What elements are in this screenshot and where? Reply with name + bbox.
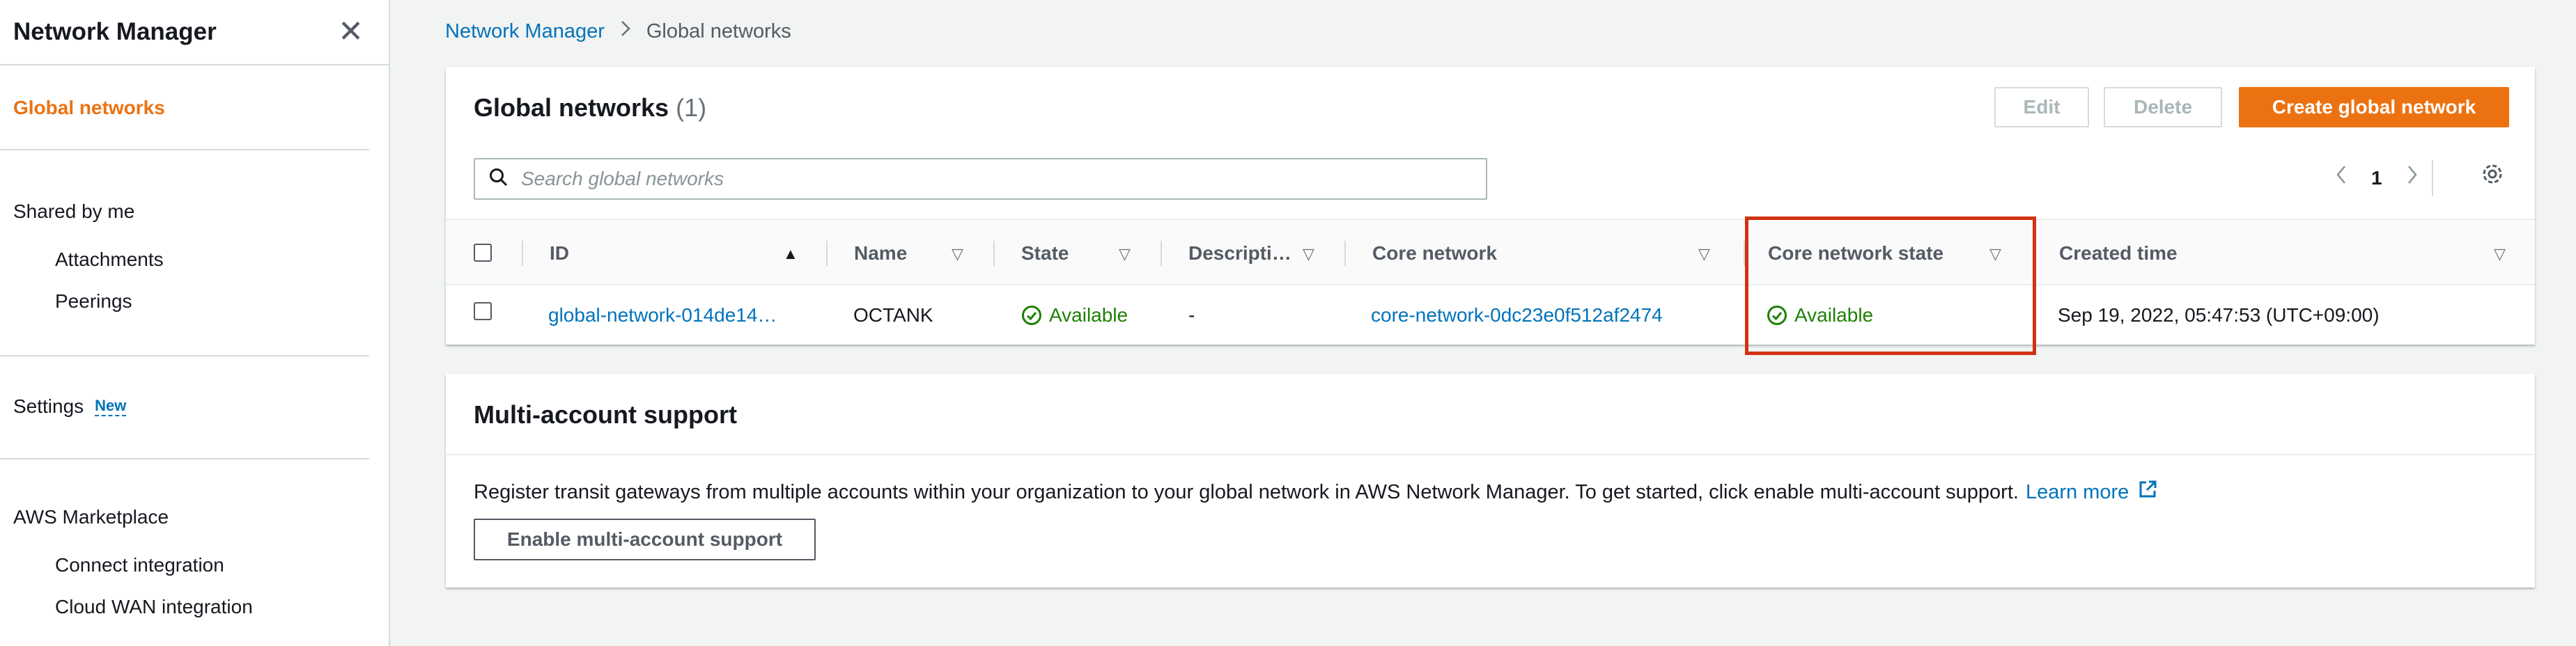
panel-title: Global networks (1) xyxy=(474,93,706,123)
column-divider xyxy=(1161,241,1162,266)
search-input[interactable] xyxy=(521,168,1461,190)
global-network-id-link[interactable]: global-network-014de14… xyxy=(548,304,777,326)
column-divider xyxy=(1344,241,1346,266)
column-header-state-label: State xyxy=(1021,242,1069,264)
column-divider xyxy=(522,241,523,266)
search-icon xyxy=(489,168,509,191)
column-header-created-time[interactable]: Created time xyxy=(2059,220,2178,287)
description-cell: - xyxy=(1188,304,1195,326)
new-badge: New xyxy=(95,397,127,416)
state-text: Available xyxy=(1049,304,1128,326)
column-header-core-network[interactable]: Core network xyxy=(1372,220,1497,287)
status-badge: Available xyxy=(1021,304,1128,326)
multi-account-panel: Multi-account support Register transit g… xyxy=(446,374,2535,588)
created-time-cell: Sep 19, 2022, 05:47:53 (UTC+09:00) xyxy=(2058,304,2380,326)
enable-multi-account-support-button[interactable]: Enable multi-account support xyxy=(474,519,816,560)
learn-more-link[interactable]: Learn more xyxy=(2026,481,2129,504)
sidebar-divider xyxy=(0,458,369,459)
sidebar-item-cloud-wan-integration[interactable]: Cloud WAN integration xyxy=(55,596,253,618)
delete-button[interactable]: Delete xyxy=(2104,87,2222,127)
sort-icon[interactable]: ▽ xyxy=(2494,245,2506,263)
sidebar-item-aws-marketplace[interactable]: AWS Marketplace xyxy=(13,506,169,528)
breadcrumb-current: Global networks xyxy=(646,19,791,42)
table-row[interactable]: global-network-014de14… OCTANK Available… xyxy=(446,285,2535,345)
column-header-state[interactable]: State xyxy=(1021,220,1069,287)
gear-icon[interactable] xyxy=(2480,162,2505,190)
edit-button[interactable]: Edit xyxy=(1994,87,2089,127)
sort-icon[interactable]: ▽ xyxy=(952,245,963,263)
column-header-id[interactable]: ID xyxy=(550,220,569,287)
sort-icon[interactable]: ▽ xyxy=(1119,245,1131,263)
chevron-left-icon[interactable] xyxy=(2335,164,2348,191)
sort-icon[interactable]: ▽ xyxy=(1303,245,1314,263)
highlight-box xyxy=(1745,216,2036,355)
create-global-network-button[interactable]: Create global network xyxy=(2239,87,2509,127)
item-count: (1) xyxy=(676,93,707,122)
chevron-right-icon[interactable] xyxy=(2406,164,2419,191)
column-divider xyxy=(826,241,828,266)
sidebar-item-attachments[interactable]: Attachments xyxy=(55,249,164,271)
chevron-right-icon xyxy=(620,19,631,43)
select-all-checkbox[interactable] xyxy=(474,244,492,262)
column-header-created-time-label: Created time xyxy=(2059,242,2178,264)
external-link-icon[interactable] xyxy=(2137,479,2158,505)
sidebar: Network Manager ✕ Global networks Shared… xyxy=(0,0,390,646)
core-network-link[interactable]: core-network-0dc23e0f512af2474 xyxy=(1371,304,1663,326)
column-header-description[interactable]: Descripti… xyxy=(1188,220,1291,287)
sort-ascending-icon[interactable]: ▲ xyxy=(783,245,798,263)
sidebar-divider xyxy=(0,355,369,356)
sidebar-item-peerings[interactable]: Peerings xyxy=(55,290,132,313)
table-header: ID ▲ Name ▽ State ▽ Descripti… ▽ Core ne… xyxy=(446,219,2535,285)
panel-title-text: Global networks xyxy=(474,93,669,122)
sidebar-header: Network Manager ✕ xyxy=(0,0,389,65)
column-header-id-label: ID xyxy=(550,242,569,264)
breadcrumb-network-manager[interactable]: Network Manager xyxy=(445,20,605,43)
row-checkbox[interactable] xyxy=(474,302,492,320)
sidebar-item-settings[interactable]: Settings New xyxy=(13,395,127,418)
sidebar-item-settings-label: Settings xyxy=(13,395,84,417)
multi-account-header: Multi-account support xyxy=(446,374,2535,455)
column-divider xyxy=(993,241,995,266)
check-circle-icon xyxy=(1022,305,1041,325)
close-icon[interactable]: ✕ xyxy=(338,17,364,47)
sort-icon[interactable]: ▽ xyxy=(1698,245,1710,263)
name-cell: OCTANK xyxy=(853,304,933,326)
breadcrumb: Network Manager Global networks xyxy=(445,19,791,43)
page-number[interactable]: 1 xyxy=(2371,167,2382,189)
column-header-description-label: Descripti… xyxy=(1188,242,1291,264)
pagination-divider xyxy=(2432,160,2433,196)
search-box xyxy=(474,158,1487,200)
sidebar-item-global-networks[interactable]: Global networks xyxy=(13,97,165,119)
column-header-core-network-label: Core network xyxy=(1372,242,1497,264)
multi-account-description: Register transit gateways from multiple … xyxy=(474,479,2158,505)
global-networks-panel: Global networks (1) Edit Delete Create g… xyxy=(446,67,2535,345)
sidebar-title: Network Manager xyxy=(13,18,217,45)
multi-account-description-text: Register transit gateways from multiple … xyxy=(474,480,2019,503)
sidebar-divider xyxy=(0,149,369,150)
pagination: 1 xyxy=(2335,164,2419,191)
column-header-name-label: Name xyxy=(854,242,908,264)
multi-account-title: Multi-account support xyxy=(474,400,737,429)
column-header-name[interactable]: Name xyxy=(854,220,907,287)
sidebar-item-connect-integration[interactable]: Connect integration xyxy=(55,554,224,576)
sidebar-item-shared-by-me[interactable]: Shared by me xyxy=(13,200,134,223)
